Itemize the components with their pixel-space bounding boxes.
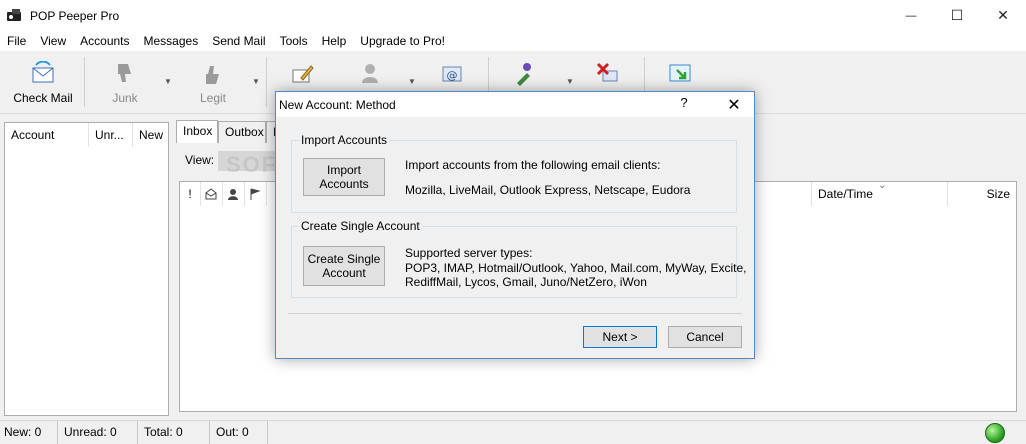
- tools-icon: [517, 63, 531, 86]
- server-types-line1: POP3, IMAP, Hotmail/Outlook, Yahoo, Mail…: [405, 261, 747, 275]
- window-title: POP Peeper Pro: [30, 9, 120, 23]
- create-button-line1: Create Single: [307, 252, 381, 266]
- status-bar: New: 0 Unread: 0 Total: 0 Out: 0: [0, 420, 1026, 444]
- minimize-button[interactable]: —: [888, 0, 934, 31]
- legit-label: Legit: [199, 91, 227, 105]
- svg-text:@: @: [447, 69, 458, 82]
- maximize-button[interactable]: ☐: [934, 0, 980, 31]
- column-contact[interactable]: [222, 182, 245, 206]
- legit-button[interactable]: Legit: [186, 55, 240, 109]
- account-list[interactable]: Account Unr... New: [4, 122, 169, 416]
- check-mail-button[interactable]: Check Mail: [6, 55, 80, 109]
- import-description: Import accounts from the following email…: [405, 158, 661, 172]
- contacts-dropdown-icon[interactable]: ▼: [408, 77, 416, 86]
- import-accounts-group: Import Accounts Import Accounts Import a…: [291, 133, 737, 213]
- tray-icon: [669, 64, 691, 82]
- column-account[interactable]: Account: [5, 123, 89, 147]
- menu-bar: File View Accounts Messages Send Mail To…: [0, 31, 1026, 51]
- sort-chevron-icon: ⌄: [878, 180, 887, 191]
- app-icon: [7, 9, 21, 21]
- column-read-status[interactable]: [200, 182, 223, 206]
- toolbar-separator: [84, 57, 85, 107]
- delete-icon: [596, 62, 618, 82]
- thumbs-up-icon: [206, 66, 219, 84]
- column-date-time[interactable]: Date/Time ⌄: [811, 180, 948, 206]
- server-types-line2: RediffMail, Lycos, Gmail, Juno/NetZero, …: [405, 275, 647, 289]
- minimize-icon: —: [905, 9, 917, 22]
- tab-outbox[interactable]: Outbox: [218, 121, 266, 143]
- at-sign-icon: @: [442, 66, 462, 82]
- cancel-button[interactable]: Cancel: [668, 326, 742, 348]
- menu-upgrade[interactable]: Upgrade to Pro!: [353, 31, 452, 51]
- status-total-count: Total: 0: [140, 421, 210, 444]
- person-icon: [228, 189, 238, 200]
- settings-dropdown-icon[interactable]: ▼: [566, 77, 574, 86]
- import-accounts-button[interactable]: Import Accounts: [303, 158, 385, 196]
- flag-icon: [250, 188, 261, 200]
- create-button-line2: Account: [322, 266, 366, 280]
- check-mail-icon: [32, 61, 54, 83]
- close-button[interactable]: ✕: [980, 0, 1026, 31]
- dialog-close-button[interactable]: ✕: [714, 92, 754, 117]
- import-button-line1: Import: [326, 163, 361, 177]
- envelope-icon: [205, 188, 217, 200]
- title-bar: POP Peeper Pro — ☐ ✕: [0, 0, 1026, 31]
- dialog-divider: [288, 313, 742, 314]
- dialog-title-bar: New Account: Method ? ✕: [276, 92, 754, 117]
- column-new[interactable]: New: [133, 123, 168, 147]
- server-types-label: Supported server types:: [405, 246, 533, 260]
- column-unread[interactable]: Unr...: [89, 123, 133, 147]
- close-icon: ✕: [997, 7, 1009, 23]
- contacts-icon: [362, 64, 378, 83]
- status-new-count: New: 0: [0, 421, 58, 444]
- toolbar-separator: [266, 57, 267, 107]
- create-single-account-button[interactable]: Create Single Account: [303, 246, 385, 286]
- maximize-icon: ☐: [950, 7, 964, 23]
- menu-messages[interactable]: Messages: [137, 31, 206, 51]
- create-single-account-group-title: Create Single Account: [299, 219, 422, 233]
- connection-status-icon: [985, 423, 1005, 443]
- close-icon: ✕: [727, 96, 741, 114]
- junk-dropdown-icon[interactable]: ▼: [164, 77, 172, 86]
- menu-help[interactable]: Help: [315, 31, 354, 51]
- check-mail-label: Check Mail: [13, 91, 73, 105]
- compose-icon: [292, 65, 314, 83]
- help-icon[interactable]: ?: [676, 95, 692, 110]
- status-unread-count: Unread: 0: [60, 421, 138, 444]
- status-out-count: Out: 0: [212, 421, 268, 444]
- view-label: View:: [185, 153, 215, 167]
- menu-file[interactable]: File: [0, 31, 33, 51]
- new-account-dialog: New Account: Method ? ✕ Import Accounts …: [275, 91, 755, 359]
- date-time-label: Date/Time: [818, 187, 873, 201]
- junk-button[interactable]: Junk: [98, 55, 152, 109]
- column-priority[interactable]: !: [180, 182, 201, 206]
- tab-inbox[interactable]: Inbox: [176, 120, 218, 143]
- import-button-line2: Accounts: [319, 177, 369, 191]
- menu-view[interactable]: View: [33, 31, 73, 51]
- import-accounts-group-title: Import Accounts: [299, 133, 390, 147]
- create-single-account-group: Create Single Account Create Single Acco…: [291, 219, 746, 298]
- dialog-title: New Account: Method: [279, 98, 396, 112]
- column-size[interactable]: Size: [948, 182, 1016, 206]
- menu-accounts[interactable]: Accounts: [73, 31, 136, 51]
- next-button[interactable]: Next >: [583, 326, 657, 348]
- legit-dropdown-icon[interactable]: ▼: [252, 77, 260, 86]
- menu-tools[interactable]: Tools: [273, 31, 315, 51]
- junk-label: Junk: [112, 91, 138, 105]
- import-clients-list: Mozilla, LiveMail, Outlook Express, Nets…: [405, 183, 691, 197]
- thumbs-down-icon: [118, 64, 131, 82]
- column-flag[interactable]: [244, 182, 267, 206]
- menu-send-mail[interactable]: Send Mail: [205, 31, 272, 51]
